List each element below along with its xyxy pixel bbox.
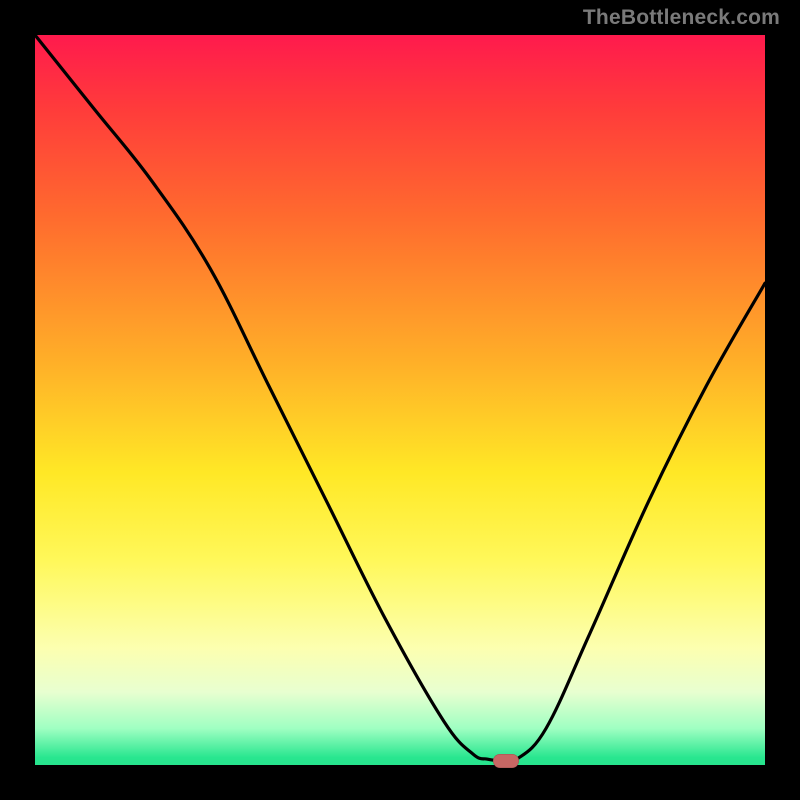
optimum-marker	[493, 754, 519, 768]
plot-area	[35, 35, 765, 765]
chart-frame: TheBottleneck.com	[0, 0, 800, 800]
watermark-text: TheBottleneck.com	[583, 6, 780, 30]
bottleneck-curve	[35, 35, 765, 765]
